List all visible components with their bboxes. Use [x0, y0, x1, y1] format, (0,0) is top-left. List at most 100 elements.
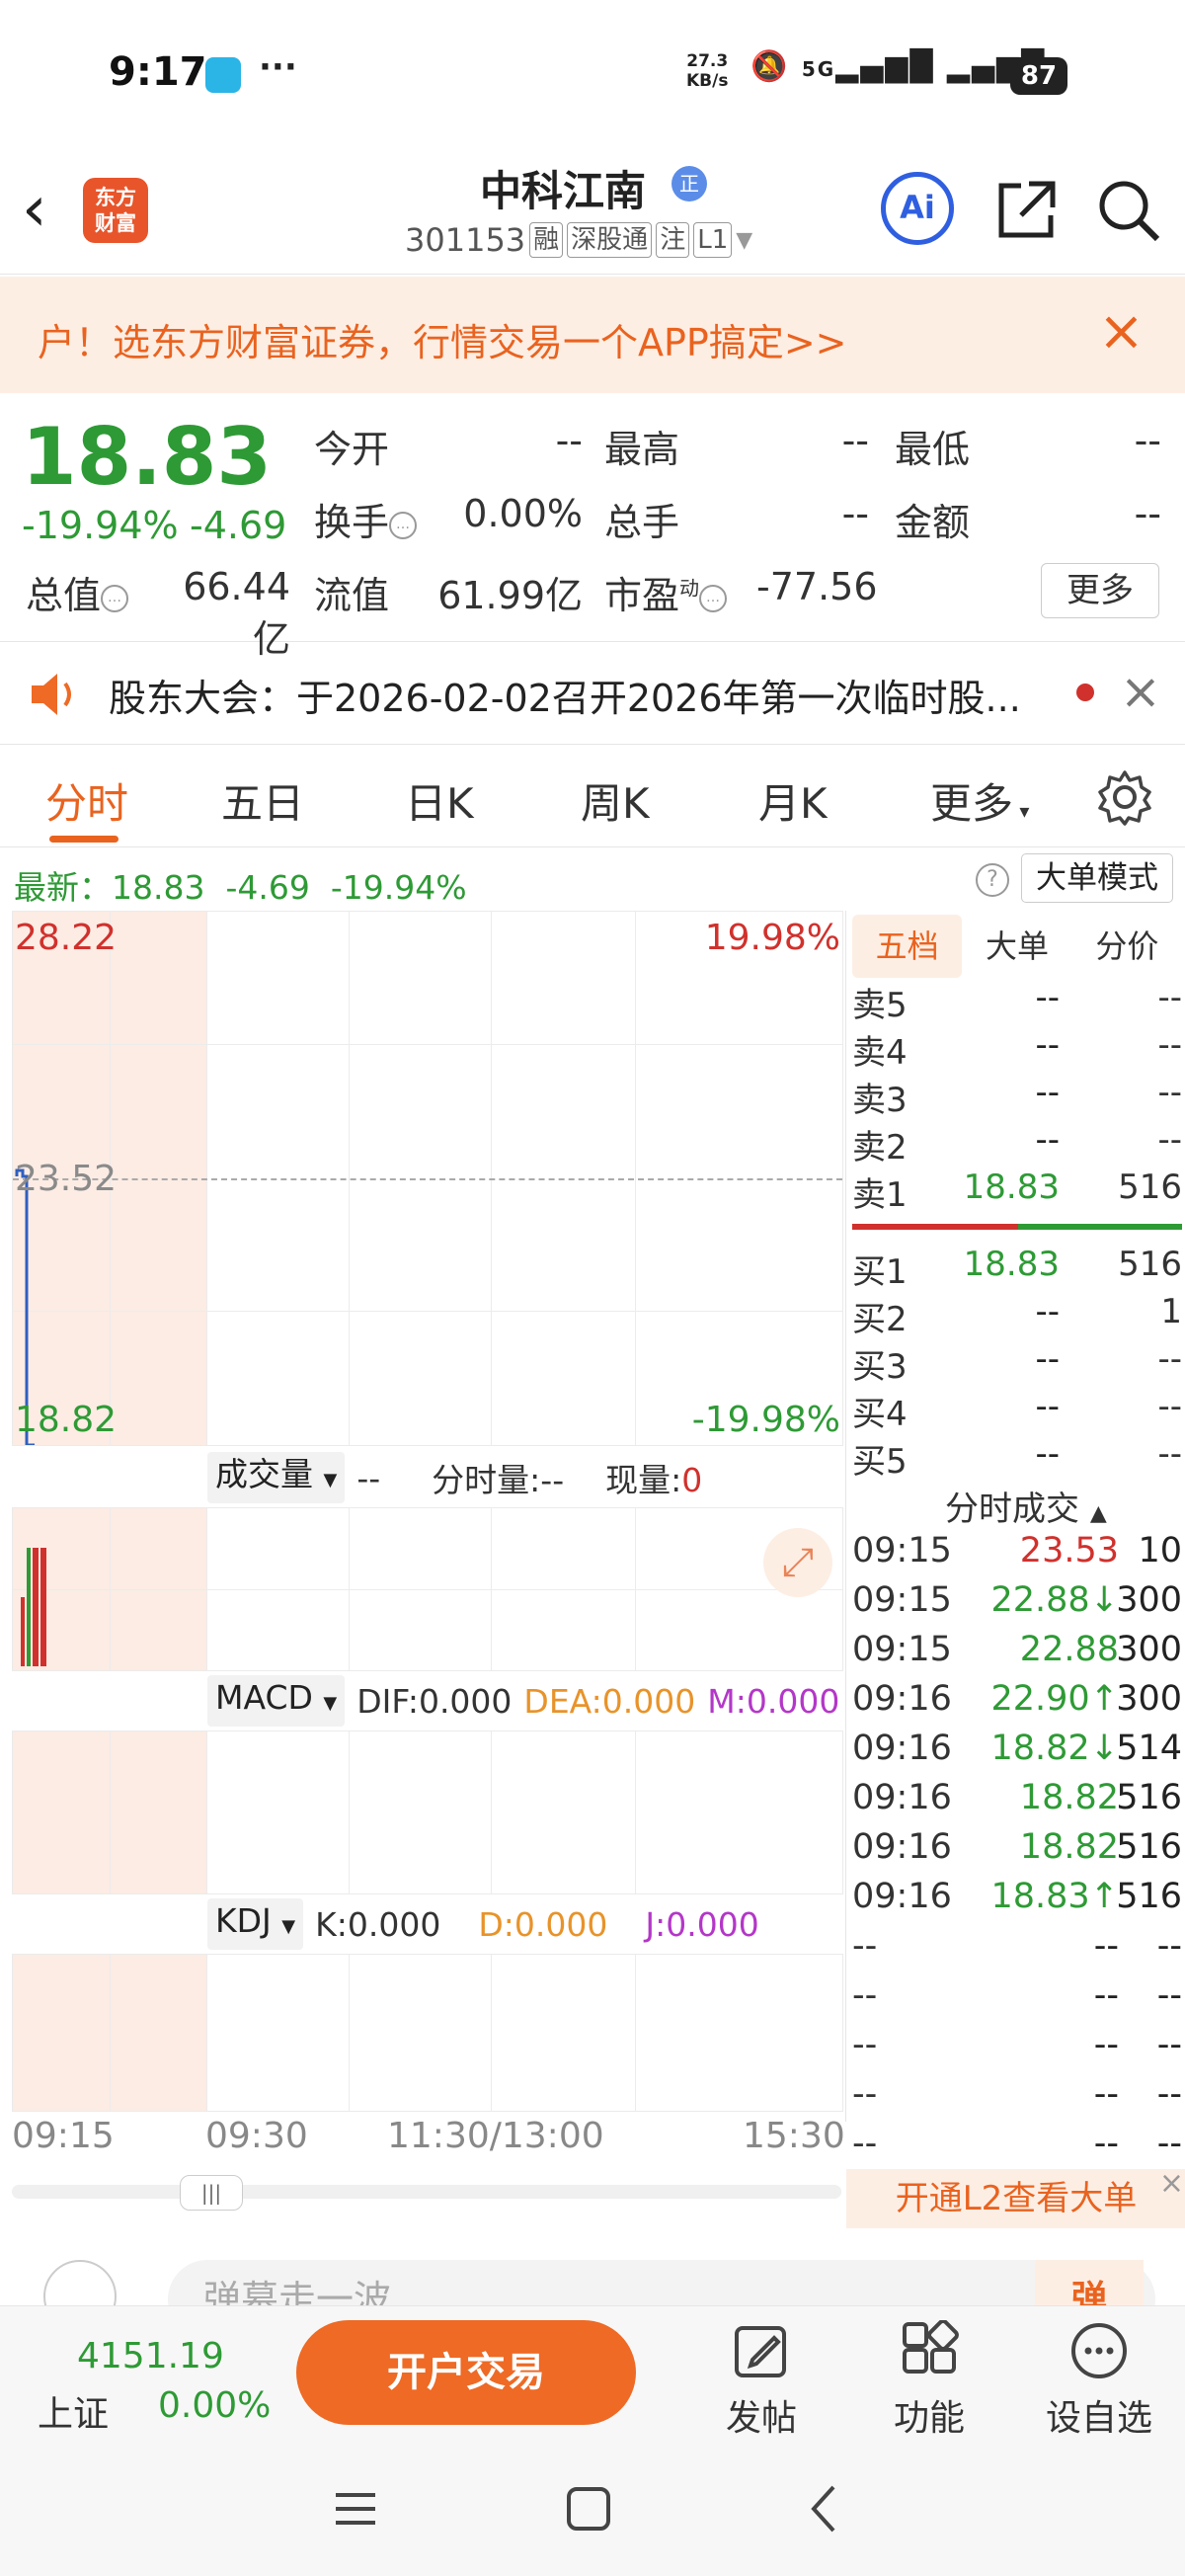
help-icon[interactable]: ?	[976, 863, 1009, 897]
trade-row: -- -- --	[852, 1975, 1182, 2025]
more-button[interactable]: 更多	[1041, 563, 1159, 618]
app-logo[interactable]: 东方 财富	[83, 178, 148, 243]
grid-line	[491, 1731, 492, 1893]
trade-row: -- -- --	[852, 2074, 1182, 2124]
search-icon[interactable]	[1094, 176, 1163, 245]
index-change[interactable]: 0.00%	[158, 2385, 271, 2426]
intraday-chart[interactable]: 28.22 23.52 18.82 19.98% -19.98% 成交量 ▼ -…	[12, 911, 845, 2211]
back-nav-icon[interactable]	[786, 2469, 865, 2548]
tab-five-level[interactable]: 五档	[852, 915, 963, 978]
tab-intraday[interactable]: 分时	[45, 770, 128, 831]
stock-code: 301153	[405, 221, 526, 259]
bid-label: 买1	[852, 1252, 908, 1292]
post-button[interactable]: 发帖	[697, 2320, 826, 2441]
pe-label[interactable]: 市盈动…	[604, 565, 728, 619]
ad-text[interactable]: 户！选东方财富证券，行情交易一个APP搞定>>	[38, 312, 847, 366]
turnover-label[interactable]: 换手…	[314, 492, 418, 546]
trade-row: -- -- --	[852, 2124, 1182, 2173]
net-speed-value: 27.3	[686, 51, 729, 71]
trade-price: 18.82↓	[990, 1729, 1119, 1768]
home-icon[interactable]	[549, 2469, 628, 2548]
expand-icon[interactable]: ⤢	[763, 1528, 832, 1597]
ai-icon[interactable]: Ai	[881, 172, 954, 245]
stock-code-line[interactable]: 301153 融 深股通 注 L1 ▼	[405, 217, 752, 263]
kdj-area[interactable]	[12, 1954, 843, 2112]
tag-registered: 注	[656, 222, 690, 258]
tab-big-order[interactable]: 大单	[962, 915, 1071, 978]
macd-selector-label: MACD	[215, 1678, 313, 1717]
menu-icon[interactable]	[316, 2469, 395, 2548]
close-icon[interactable]: ×	[1098, 304, 1145, 360]
grid-line	[491, 1955, 492, 2111]
trade-volume: 300	[1116, 1679, 1182, 1719]
l2-upgrade-banner[interactable]: 开通L2查看大单 ×	[846, 2169, 1185, 2228]
close-icon[interactable]: ×	[1120, 664, 1161, 719]
trade-row: 09:15 23.53 10	[852, 1531, 1182, 1580]
bottom-toolbar: 4151.19 上证 0.00% 开户交易 发帖 功能 设自选	[0, 2305, 1185, 2440]
open-account-trade-button[interactable]: 开户交易	[296, 2320, 636, 2425]
speaker-icon	[32, 674, 71, 715]
latest-pct: -19.94%	[330, 868, 467, 907]
tab-monthly-k[interactable]: 月K	[758, 770, 828, 831]
gear-icon[interactable]	[1096, 768, 1153, 826]
ask-label: 卖5	[852, 986, 908, 1025]
trades-header[interactable]: 分时成交 ▲	[945, 1482, 1107, 1530]
index-value[interactable]: 4151.19	[77, 2336, 224, 2376]
tab-five-day[interactable]: 五日	[221, 770, 304, 831]
price-area[interactable]: 28.22 23.52 18.82 19.98% -19.98%	[12, 911, 843, 1446]
volume-selector[interactable]: 成交量 ▼	[207, 1452, 346, 1503]
danmaku-input[interactable]: 弹幕走一波	[168, 2260, 1155, 2305]
trade-row: 09:15 22.88 300	[852, 1630, 1182, 1679]
l2-upgrade-text[interactable]: 开通L2查看大单	[896, 2179, 1138, 2218]
tab-price-dist[interactable]: 分价	[1072, 915, 1182, 978]
bid-label: 买4	[852, 1395, 908, 1434]
danmaku-button[interactable]: 弹	[1035, 2260, 1144, 2305]
mktcap-label[interactable]: 总值…	[26, 565, 129, 619]
info-icon: …	[101, 584, 129, 612]
comment-list-icon[interactable]	[43, 2260, 117, 2305]
tab-daily-k[interactable]: 日K	[405, 770, 474, 831]
trade-row: 09:16 18.82↓ 514	[852, 1729, 1182, 1778]
ask-price: --	[1035, 1073, 1060, 1112]
more-circle-icon	[1071, 2323, 1127, 2378]
amount-value: --	[1134, 492, 1161, 535]
close-icon[interactable]: ×	[1159, 2169, 1184, 2199]
ad-banner[interactable]: 户！选东方财富证券，行情交易一个APP搞定>> ×	[0, 277, 1185, 393]
tab-more[interactable]: 更多 ▾	[930, 770, 1029, 831]
macd-selector[interactable]: MACD ▼	[207, 1675, 346, 1727]
trade-time: --	[852, 1926, 878, 1966]
trade-row: 09:16 18.82 516	[852, 1778, 1182, 1827]
price-line	[15, 1168, 35, 1445]
chart-scrollbar[interactable]	[12, 2185, 841, 2199]
index-name[interactable]: 上证	[38, 2385, 109, 2437]
change-amount: -4.69	[190, 504, 287, 547]
logo-line2: 财富	[95, 211, 136, 235]
kdj-selector[interactable]: KDJ ▼	[207, 1898, 304, 1950]
latest-label: 最新：	[14, 868, 112, 907]
add-watchlist-button[interactable]: 设自选	[1035, 2320, 1163, 2441]
tag-connect: 深股通	[567, 222, 653, 258]
ask-volume: --	[1157, 1120, 1182, 1160]
quote-panel: 18.83 -19.94% -4.69 今开 -- 最高 -- 最低 -- 换手…	[0, 393, 1185, 661]
bid-volume: --	[1157, 1339, 1182, 1379]
trade-volume: 516	[1116, 1877, 1182, 1916]
trade-price: 22.88	[1019, 1630, 1119, 1669]
volume-bar	[33, 1548, 39, 1666]
function-button[interactable]: 功能	[865, 2320, 993, 2441]
macd-area[interactable]	[12, 1731, 843, 1894]
system-nav-bar	[0, 2440, 1185, 2576]
scroll-handle[interactable]: |||	[180, 2175, 243, 2211]
tab-weekly-k[interactable]: 周K	[581, 770, 650, 831]
low-label: 最低	[895, 428, 971, 471]
trade-volume: 300	[1116, 1580, 1182, 1620]
book-ratio-bar-buy	[1018, 1224, 1182, 1230]
back-icon[interactable]: ‹	[22, 178, 47, 241]
notice-text[interactable]: 股东大会：于2026-02-02召开2026年第一次临时股...	[109, 668, 1057, 722]
notice-bar[interactable]: 股东大会：于2026-02-02召开2026年第一次临时股... ×	[0, 642, 1185, 745]
ask-row: 卖4 -- --	[852, 1025, 1182, 1073]
volume-area[interactable]: ⤢	[12, 1507, 843, 1671]
kdj-d: D:0.000	[478, 1904, 608, 1944]
big-order-mode-button[interactable]: 大单模式	[1021, 853, 1173, 903]
share-icon[interactable]	[991, 176, 1061, 245]
latest-change: -4.69	[225, 868, 310, 907]
